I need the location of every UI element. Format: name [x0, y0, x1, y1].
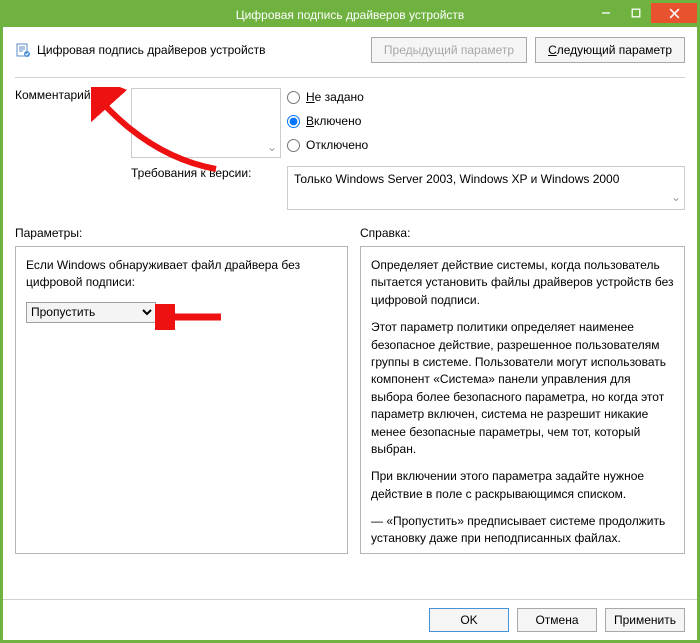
- panels: Если Windows обнаруживает файл драйвера …: [15, 246, 685, 554]
- help-p2: Этот параметр политики определяет наимен…: [371, 319, 674, 458]
- comment-label: Комментарий:: [15, 88, 125, 102]
- policy-editor-window: Цифровая подпись драйверов устройств: [0, 0, 700, 643]
- footer: OK Отмена Применить: [3, 599, 697, 640]
- separator: [15, 77, 685, 78]
- action-select[interactable]: Пропустить: [26, 302, 156, 323]
- help-p4: — «Пропустить» предписывает системе прод…: [371, 513, 674, 548]
- minimize-button[interactable]: [591, 3, 621, 23]
- window-title: Цифровая подпись драйверов устройств: [236, 8, 465, 22]
- policy-icon: [15, 42, 31, 58]
- help-panel[interactable]: Определяет действие системы, когда польз…: [360, 246, 685, 554]
- window-controls: [591, 3, 697, 23]
- parameters-panel: Если Windows обнаруживает файл драйвера …: [15, 246, 348, 554]
- radio-not-configured-input[interactable]: [287, 91, 300, 104]
- param-label: Если Windows обнаруживает файл драйвера …: [26, 257, 337, 292]
- header-row: Цифровая подпись драйверов устройств Пре…: [15, 37, 685, 63]
- maximize-button[interactable]: [621, 3, 651, 23]
- radio-disabled[interactable]: Отключено: [287, 138, 685, 152]
- radio-disabled-input[interactable]: [287, 139, 300, 152]
- help-p1: Определяет действие системы, когда польз…: [371, 257, 674, 309]
- radio-disabled-label: Отключено: [306, 138, 368, 152]
- top-grid: Не задано Включено Отключено Комментарий…: [15, 88, 685, 210]
- radio-enabled-label: Включено: [306, 114, 361, 128]
- apply-button[interactable]: Применить: [605, 608, 685, 632]
- cancel-button[interactable]: Отмена: [517, 608, 597, 632]
- content-area: Цифровая подпись драйверов устройств Пре…: [3, 27, 697, 599]
- help-header: Справка:: [360, 226, 685, 240]
- help-p3: При включении этого параметра задайте ну…: [371, 468, 674, 503]
- radio-enabled-input[interactable]: [287, 115, 300, 128]
- state-radios: Не задано Включено Отключено: [287, 88, 685, 152]
- titlebar: Цифровая подпись драйверов устройств: [3, 3, 697, 27]
- scroll-down-icon: ⌄: [267, 140, 277, 154]
- scroll-down-icon: ⌄: [671, 189, 681, 206]
- radio-not-configured-label: Не задано: [306, 90, 364, 104]
- panel-headers: Параметры: Справка:: [15, 226, 685, 240]
- radio-not-configured[interactable]: Не задано: [287, 90, 685, 104]
- ok-button[interactable]: OK: [429, 608, 509, 632]
- next-setting-button[interactable]: Следующий параметр: [535, 37, 685, 63]
- radio-enabled[interactable]: Включено: [287, 114, 685, 128]
- requirements-box: Только Windows Server 2003, Windows XP и…: [287, 166, 685, 210]
- policy-name: Цифровая подпись драйверов устройств: [37, 43, 266, 57]
- close-button[interactable]: [651, 3, 697, 23]
- comment-textarea[interactable]: ⌄: [131, 88, 281, 158]
- parameters-header: Параметры:: [15, 226, 360, 240]
- requirements-label: Требования к версии:: [131, 166, 281, 180]
- prev-setting-button[interactable]: Предыдущий параметр: [371, 37, 527, 63]
